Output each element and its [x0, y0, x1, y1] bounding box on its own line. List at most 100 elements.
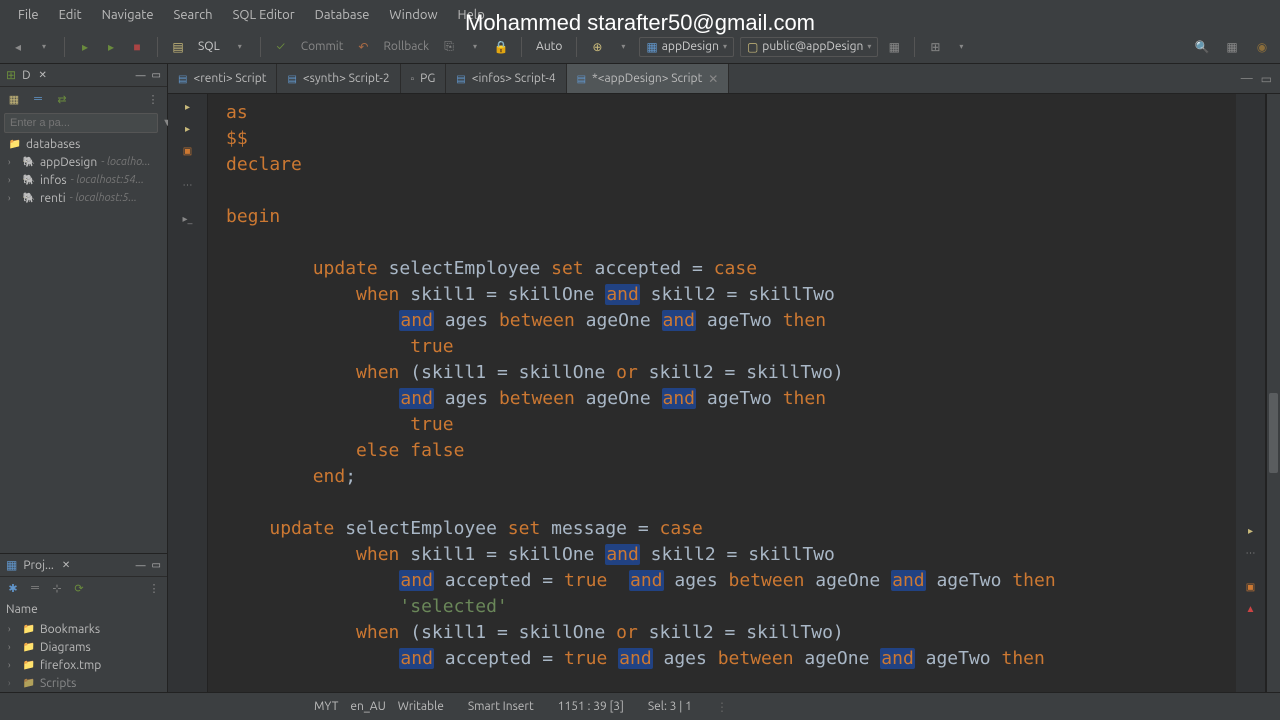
postgres-icon: 🐘 — [22, 155, 36, 169]
sql-file-icon: ▤ — [287, 73, 296, 85]
menu-database[interactable]: Database — [305, 4, 380, 26]
proj-refresh-icon[interactable]: ⟳ — [72, 581, 86, 595]
code-editor[interactable]: as $$ declare begin update selectEmploye… — [208, 94, 1236, 692]
tab-renti-script[interactable]: ▤<renti> Script — [168, 64, 277, 93]
stop-icon[interactable]: ■ — [127, 37, 147, 57]
proj-new-icon[interactable]: ✱ — [6, 581, 20, 595]
close-icon[interactable]: ✕ — [62, 559, 70, 571]
scrollbar-thumb[interactable] — [1269, 393, 1278, 473]
tree-db-appdesign[interactable]: › 🐘 appDesign - localho... — [0, 153, 167, 171]
editor-area: ▤<renti> Script ▤ <synth> Script-2 ▫PG ▤<… — [168, 64, 1280, 692]
schema-selector-label: public@appDesign — [762, 40, 863, 53]
proj-item-label: Diagrams — [40, 641, 91, 654]
status-insert-mode: Smart Insert — [468, 700, 534, 713]
breakpoint-icon[interactable]: ▣ — [1244, 580, 1258, 594]
commit-label[interactable]: Commit — [297, 40, 348, 53]
explain-icon[interactable]: ⊞ — [925, 37, 945, 57]
folder-icon: 📁 — [22, 658, 36, 672]
status-menu-icon[interactable]: ⋮ — [716, 700, 728, 714]
close-icon[interactable]: ✕ — [39, 69, 47, 81]
filter-input[interactable] — [4, 113, 158, 133]
minimize-icon[interactable]: — — [136, 560, 146, 571]
script-icon[interactable]: ▤ — [168, 37, 188, 57]
sql-dropdown-icon[interactable]: ▾ — [230, 37, 250, 57]
breakpoint-icon[interactable]: ▣ — [181, 144, 195, 158]
proj-link-icon[interactable]: ⊹ — [50, 581, 64, 595]
back-dropdown-icon[interactable]: ▾ — [34, 37, 54, 57]
minimize-editor-icon[interactable]: — — [1241, 72, 1253, 86]
database-navigator-tab[interactable]: ⊞ D ✕ — ▭ — [0, 64, 167, 87]
minimize-icon[interactable]: — — [136, 70, 146, 81]
sql-type-label[interactable]: SQL — [194, 40, 224, 53]
marker-icon[interactable]: ⋯ — [181, 178, 195, 192]
menu-search[interactable]: Search — [164, 4, 223, 26]
run-icon[interactable]: ▸ — [75, 37, 95, 57]
proj-menu-icon[interactable]: ⋮ — [147, 581, 161, 595]
run-line-icon[interactable]: ▸ — [181, 122, 195, 136]
db-panel-icon: ⊞ — [6, 68, 16, 82]
collapse-icon[interactable]: ═ — [30, 91, 46, 107]
run-statement-icon[interactable]: ▸ — [1244, 524, 1258, 538]
sql-file-icon: ▤ — [577, 73, 586, 85]
statusbar: MYT en_AU Writable Smart Insert 1151 : 3… — [0, 692, 1280, 720]
tree-db-infos[interactable]: › 🐘 infos - localhost:54... — [0, 171, 167, 189]
expand-icon[interactable]: › — [8, 193, 18, 203]
proj-item-diagrams[interactable]: ›📁 Diagrams — [0, 638, 167, 656]
menu-help[interactable]: Help — [448, 4, 495, 26]
projects-tab[interactable]: ▦ Proj... ✕ — ▭ — [0, 554, 167, 577]
maximize-editor-icon[interactable]: ▭ — [1261, 72, 1272, 86]
schema-selector[interactable]: ▢ public@appDesign ▾ — [740, 37, 878, 57]
proj-item-scripts[interactable]: ›📁 Scripts — [0, 674, 167, 692]
tx-dropdown-icon[interactable]: ▾ — [465, 37, 485, 57]
run-alt-icon[interactable]: ▸ — [101, 37, 121, 57]
maximize-icon[interactable]: ▭ — [152, 559, 161, 571]
expand-icon[interactable]: › — [8, 175, 18, 185]
vertical-scrollbar[interactable] — [1266, 94, 1280, 692]
tree-db-renti[interactable]: › 🐘 renti - localhost:5... — [0, 189, 167, 207]
run-line-icon[interactable]: ▸ — [181, 100, 195, 114]
db-connection-icon[interactable]: ⊕ — [587, 37, 607, 57]
explain-dropdown-icon[interactable]: ▾ — [951, 37, 971, 57]
results-icon[interactable]: ▦ — [884, 37, 904, 57]
link-icon[interactable]: ⇄ — [54, 91, 70, 107]
menu-edit[interactable]: Edit — [49, 4, 92, 26]
proj-item-label: Bookmarks — [40, 623, 100, 636]
postgres-icon: 🐘 — [22, 191, 36, 205]
maximize-icon[interactable]: ▭ — [152, 69, 161, 81]
close-icon[interactable]: ✕ — [708, 72, 718, 86]
rollback-label[interactable]: Rollback — [379, 40, 433, 53]
tx-mode-icon[interactable]: ⎘ — [439, 37, 459, 57]
search-icon[interactable]: 🔍 — [1192, 37, 1212, 57]
breakpoint-warn-icon[interactable]: ▲ — [1244, 602, 1258, 616]
proj-item-firefoxtmp[interactable]: ›📁 firefox.tmp — [0, 656, 167, 674]
menu-navigate[interactable]: Navigate — [92, 4, 164, 26]
console-icon[interactable]: ▸_ — [181, 212, 195, 226]
perspective-icon[interactable]: ▦ — [1222, 37, 1242, 57]
tab-pg[interactable]: ▫PG — [401, 64, 447, 93]
rollback-icon[interactable]: ↶ — [353, 37, 373, 57]
proj-item-bookmarks[interactable]: ›📁 Bookmarks — [0, 620, 167, 638]
back-arrow-icon[interactable]: ◂ — [8, 37, 28, 57]
tab-infos-script4[interactable]: ▤<infos> Script-4 — [446, 64, 566, 93]
tree-db-label: renti — [40, 192, 66, 205]
autocommit-label[interactable]: Auto — [532, 40, 566, 53]
commit-icon[interactable]: ✓ — [271, 37, 291, 57]
tab-label: <synth> Script-2 — [303, 72, 390, 85]
menu-window[interactable]: Window — [379, 4, 447, 26]
tree-root-databases[interactable]: 📁 databases — [0, 135, 167, 153]
database-selector[interactable]: ▦ appDesign ▾ — [639, 37, 734, 57]
projects-tree: ›📁 Bookmarks ›📁 Diagrams ›📁 firefox.tmp … — [0, 620, 167, 692]
tab-synth-script2[interactable]: ▤ <synth> Script-2 — [277, 64, 400, 93]
tab-appdesign-script[interactable]: ▤*<appDesign> Script✕ — [567, 64, 730, 93]
menu-icon[interactable]: ⋮ — [145, 91, 161, 107]
new-connection-icon[interactable]: ▦ — [6, 91, 22, 107]
proj-collapse-icon[interactable]: ═ — [28, 581, 42, 595]
status-selection: Sel: 3 | 1 — [648, 700, 692, 713]
menu-file[interactable]: File — [8, 4, 49, 26]
menu-sql-editor[interactable]: SQL Editor — [223, 4, 305, 26]
postgres-icon: 🐘 — [22, 173, 36, 187]
marker-icon[interactable]: ⋯ — [1244, 546, 1258, 560]
lock-icon[interactable]: 🔒 — [491, 37, 511, 57]
expand-icon[interactable]: › — [8, 157, 18, 167]
db-dropdown-arrow-icon[interactable]: ▾ — [613, 37, 633, 57]
